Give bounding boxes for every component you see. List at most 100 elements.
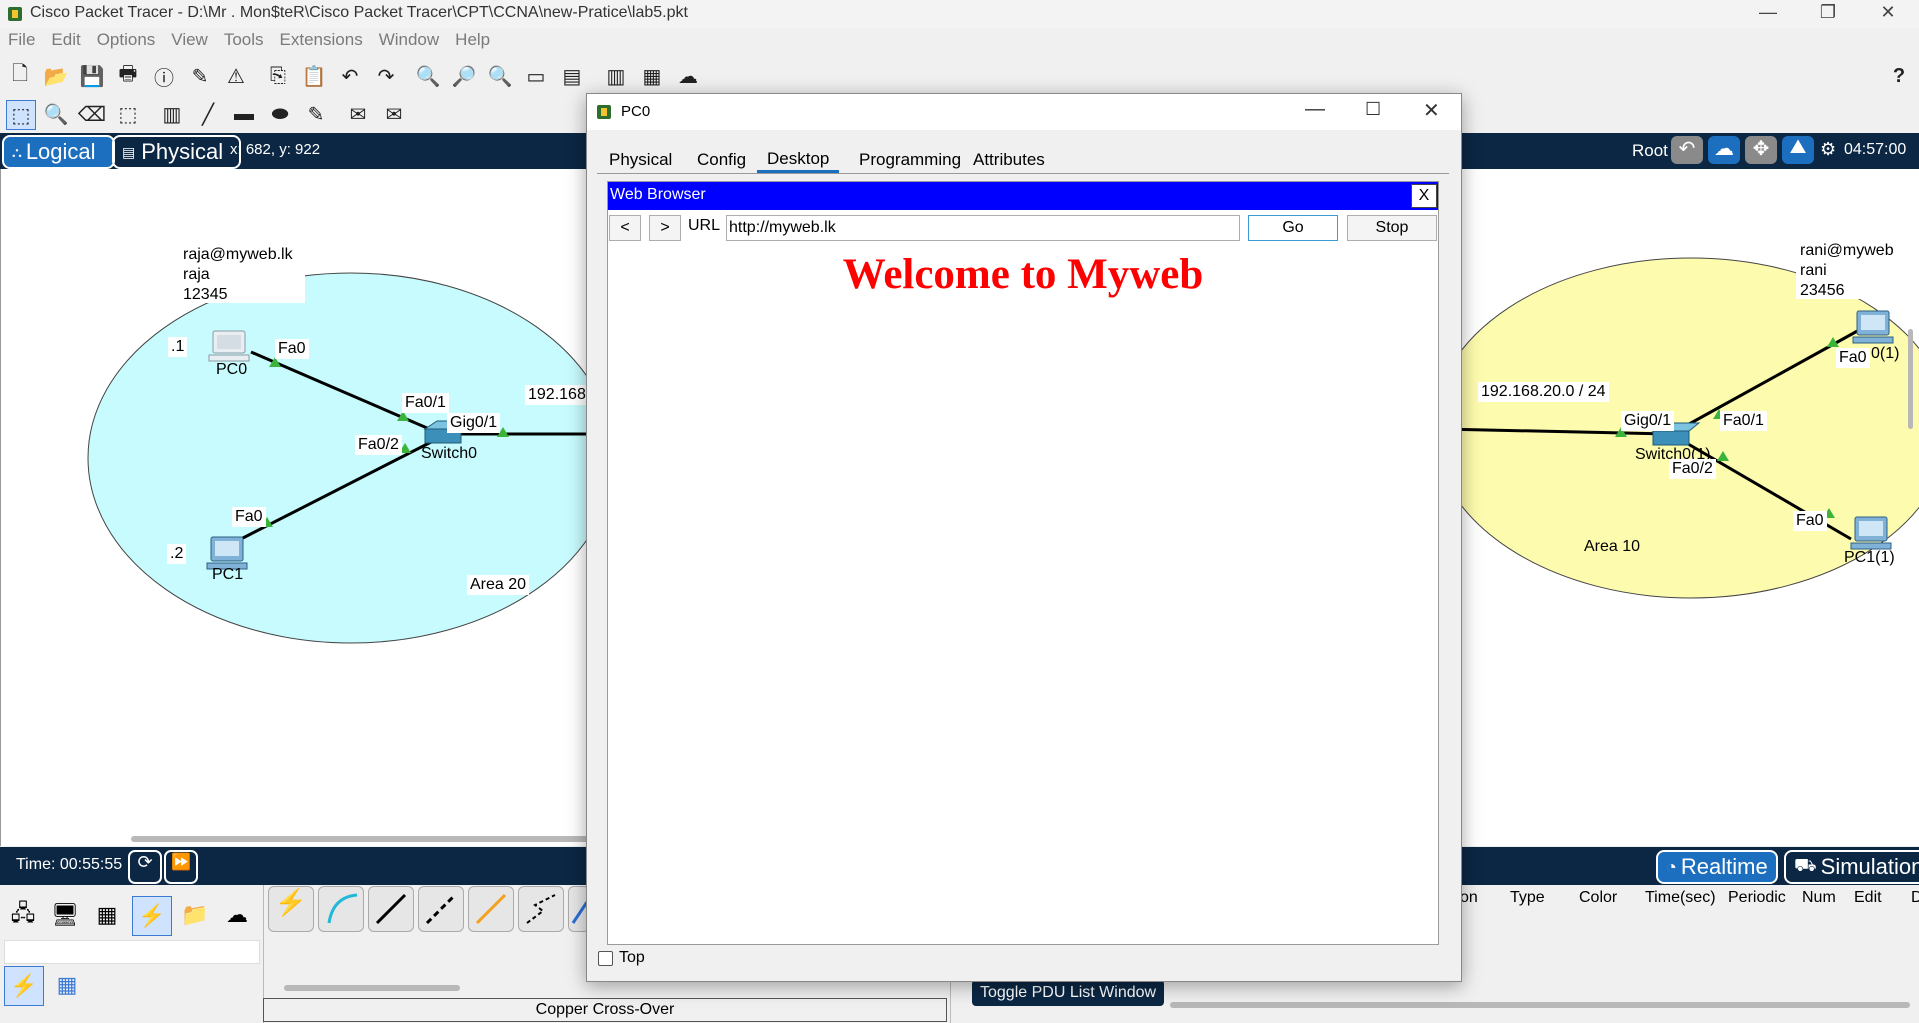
workspace-vertical-scrollbar[interactable] [1908,329,1913,429]
copy-icon[interactable]: ⎘ [264,62,292,90]
simulation-icon: ⛟ [1794,855,1817,875]
components-category-icon[interactable]: ▦ [88,896,126,934]
background-image-icon[interactable]: ⛰ [1782,136,1814,164]
power-cycle-icon[interactable]: ⟳ [128,850,162,884]
multiuser-category-icon[interactable]: ☁ [218,896,256,934]
panel-divider [950,975,951,1023]
cloud-screen-icon[interactable]: ☁ [674,62,702,90]
browser-back-button[interactable]: < [609,215,641,241]
top-checkbox[interactable] [598,951,613,966]
pc0-label[interactable]: PC0 [216,361,247,379]
miscellaneous-category-icon[interactable]: 📁 [176,896,214,934]
toggle-pdu-list-button[interactable]: Toggle PDU List Window [972,980,1165,1006]
move-icon[interactable]: ✥ [1745,136,1777,164]
draw-line-icon[interactable]: ╱ [194,100,222,128]
menu-file[interactable]: File [0,28,43,52]
fiber-cable-icon[interactable] [468,886,514,932]
zoom-reset-icon[interactable]: 🔎 [450,62,478,90]
dialog-title-bar[interactable]: PC0 — ☐ ✕ [587,94,1461,130]
tab-programming[interactable]: Programming [849,147,971,173]
close-button[interactable]: ✕ [1868,2,1908,26]
zoom-in-icon[interactable]: 🔍 [414,62,442,90]
undo-icon[interactable]: ↶ [336,62,364,90]
dialog-maximize-button[interactable]: ☐ [1365,99,1381,120]
switch0-label[interactable]: Switch0 [421,445,477,463]
pc-bottom-right-label[interactable]: PC1(1) [1844,549,1895,567]
custom-device-icon[interactable]: ▤ [558,62,586,90]
pc1-label[interactable]: PC1 [212,566,243,584]
activity-wizard-icon[interactable]: ✎ [186,62,214,90]
tab-attributes[interactable]: Attributes [963,147,1055,173]
new-file-icon[interactable]: 🗋 [6,62,34,90]
print-icon[interactable]: 🖶 [114,62,142,90]
add-simple-pdu-icon[interactable]: ✉ [344,100,372,128]
phone-cable-icon[interactable] [518,886,564,932]
left-credentials-note[interactable]: raja@myweb.lk raja 12345 [179,243,305,303]
draw-rectangle-icon[interactable]: ▬ [230,100,258,128]
dialog-minimize-button[interactable]: — [1305,98,1325,121]
tab-desktop[interactable]: Desktop [757,147,840,174]
zoom-out-icon[interactable]: 🔍 [486,62,514,90]
restore-button[interactable]: ❐ [1808,2,1848,26]
connections-subcategory-icon[interactable]: ⚡ [4,966,44,1006]
logical-label: Logical [25,139,96,164]
resize-shape-icon[interactable]: ⬚ [114,100,142,128]
menu-window[interactable]: Window [371,28,447,52]
network-info-icon[interactable]: ⚠ [222,62,250,90]
back-icon[interactable]: ↶ [1671,136,1703,164]
connections-category-icon[interactable]: ⚡ [132,896,172,936]
fast-forward-icon[interactable]: ⏩ [164,850,198,884]
menu-options[interactable]: Options [89,28,164,52]
pdu-column-header: on [1460,889,1478,906]
freeform-icon[interactable]: ✎ [302,100,330,128]
info-icon[interactable]: ⓘ [150,62,178,90]
right-credentials-note[interactable]: rani@myweb rani 23456 [1796,239,1919,299]
notes-icon[interactable]: ▥ [602,62,630,90]
dialog-close-button[interactable]: ✕ [1423,98,1440,123]
draw-ellipse-icon[interactable]: ⬬ [266,100,294,128]
network-devices-category-icon[interactable]: 🖧 [4,896,42,934]
menu-edit[interactable]: Edit [43,28,88,52]
automatic-cable-icon[interactable]: ⚡ [268,886,314,932]
console-cable-icon[interactable] [318,886,364,932]
menu-tools[interactable]: Tools [216,28,272,52]
viewport-icon[interactable]: ⚙ [1820,139,1836,160]
grid-subcategory-icon[interactable]: ▦ [48,966,86,1004]
workspace-horizontal-scrollbar[interactable] [131,836,591,842]
menu-view[interactable]: View [163,28,216,52]
open-folder-icon[interactable]: 📂 [42,62,70,90]
simulation-button[interactable]: ⛟ Simulation [1784,850,1919,884]
copper-straight-through-icon[interactable] [368,886,414,932]
help-icon[interactable]: ? [1885,62,1913,90]
go-button[interactable]: Go [1248,215,1338,241]
browser-forward-button[interactable]: > [649,215,681,241]
drawing-palette-icon[interactable]: ▭ [522,62,550,90]
physical-mode-button[interactable]: ▤ Physical [112,135,241,169]
minimize-button[interactable]: — [1748,2,1788,26]
end-devices-category-icon[interactable]: 🖥 [46,896,84,934]
url-input[interactable]: http://myweb.lk [726,215,1240,241]
tab-config[interactable]: Config [687,147,756,173]
cluster-icon[interactable]: ▦ [638,62,666,90]
tab-physical[interactable]: Physical [599,147,682,173]
add-complex-pdu-icon[interactable]: ✉ [380,100,408,128]
pc-top-right-label[interactable]: 0(1) [1871,345,1899,363]
copper-cross-over-icon[interactable] [418,886,464,932]
device-search-field[interactable] [4,940,260,964]
pdu-list-scrollbar[interactable] [1170,1002,1910,1008]
paste-icon[interactable]: 📋 [300,62,328,90]
inspect-icon[interactable]: 🔍 [42,100,70,128]
place-note-icon[interactable]: ▥ [158,100,186,128]
redo-icon[interactable]: ↷ [372,62,400,90]
cloud-icon[interactable]: ☁ [1708,136,1740,164]
logical-mode-button[interactable]: ⛬ Logical [2,135,115,169]
menu-help[interactable]: Help [447,28,498,52]
stop-button[interactable]: Stop [1347,215,1437,241]
cable-list-scrollbar[interactable] [284,985,460,991]
save-icon[interactable]: 💾 [78,62,106,90]
select-tool-icon[interactable]: ⬚ [6,100,36,130]
menu-extensions[interactable]: Extensions [272,28,371,52]
realtime-button[interactable]: ◔ Realtime [1656,850,1778,884]
delete-icon[interactable]: ⌫ [78,100,106,128]
web-browser-close-button[interactable]: X [1411,184,1437,208]
